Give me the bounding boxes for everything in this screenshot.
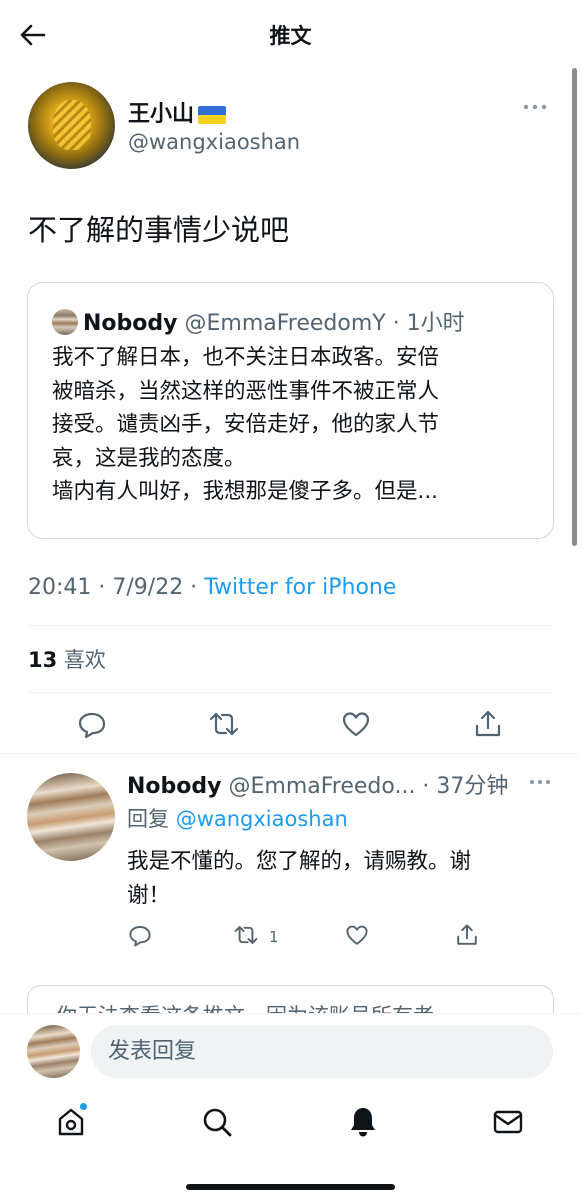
tweet-timestamp: 20:41 · 7/9/22 · Twitter for iPhone: [28, 575, 396, 600]
quoted-line: 我不了解日本，也不关注日本政客。安倍: [52, 345, 440, 370]
reply-tweet[interactable]: Nobody @EmmaFreedo... · 37分钟 回复 @wangxia…: [0, 765, 581, 965]
avatar[interactable]: [28, 82, 115, 169]
search-icon[interactable]: [200, 1105, 234, 1139]
notification-dot: [80, 1103, 87, 1110]
reply-input[interactable]: 发表回复: [91, 1025, 553, 1078]
tweet-text: 不了解的事情少说吧: [28, 213, 290, 247]
page-title: 推文: [269, 24, 312, 48]
notifications-bell-icon[interactable]: [346, 1105, 380, 1139]
likes-number: 13: [28, 648, 58, 672]
quoted-line: 哀，这是我的态度。: [52, 445, 246, 471]
replying-to-handle[interactable]: @wangxiaoshan: [176, 807, 348, 831]
likes-label: 喜欢: [63, 648, 106, 672]
replying-to-label: 回复: [127, 807, 176, 831]
top-bar: 推文: [0, 0, 581, 70]
share-icon[interactable]: [455, 923, 479, 947]
like-heart-icon[interactable]: [345, 923, 369, 947]
divider: [28, 692, 554, 693]
replying-to: 回复 @wangxiaoshan: [127, 803, 348, 833]
reply-header: Nobody @EmmaFreedo... · 37分钟: [127, 768, 508, 800]
quoted-tweet-header: Nobody @EmmaFreedomY · 1小时: [52, 305, 465, 337]
quoted-line: 墙内有人叫好，我想那是傻子多。但是...: [52, 479, 439, 504]
reply-author-handle[interactable]: @EmmaFreedo... · 37分钟: [228, 774, 508, 799]
quoted-line: 被暗杀，当然这样的恶性事件不被正常人: [52, 378, 440, 404]
retweet-count: 1: [269, 928, 279, 946]
tweet-actions: [0, 709, 581, 743]
quoted-author-handle: @EmmaFreedomY · 1小时: [184, 311, 465, 336]
timestamp-text: 20:41 · 7/9/22 ·: [28, 575, 205, 600]
tweet-source-link[interactable]: Twitter for iPhone: [204, 575, 396, 600]
bottom-tab-bar: [0, 1093, 581, 1200]
retweet-icon[interactable]: [209, 709, 239, 739]
retweet-icon[interactable]: [234, 923, 258, 947]
compose-reply-bar: 发表回复: [0, 1013, 581, 1093]
author-name[interactable]: 王小山: [128, 102, 194, 127]
reply-line: 我是不懂的。您了解的，请赐教。谢: [127, 849, 472, 874]
scrollbar[interactable]: [572, 68, 577, 546]
reply-avatar[interactable]: [27, 773, 115, 861]
my-avatar[interactable]: [27, 1025, 80, 1078]
tweet-author: 王小山 @wangxiaoshan: [28, 82, 548, 172]
share-icon[interactable]: [473, 709, 503, 739]
reply-author-name[interactable]: Nobody: [127, 774, 221, 799]
quoted-tweet-text: 我不了解日本，也不关注日本政客。安倍 被暗杀，当然这样的恶性事件不被正常人 接受…: [52, 341, 532, 509]
home-indicator[interactable]: [186, 1184, 395, 1190]
reply-icon[interactable]: [77, 709, 107, 739]
quoted-tweet[interactable]: Nobody @EmmaFreedomY · 1小时 我不了解日本，也不关注日本…: [27, 282, 554, 539]
reply-actions: 1: [0, 923, 581, 955]
like-heart-icon[interactable]: [341, 709, 371, 739]
quoted-line: 接受。谴责凶手，安倍走好，他的家人节: [52, 412, 440, 437]
divider: [28, 625, 554, 626]
more-options-icon[interactable]: [522, 102, 548, 112]
ukraine-flag-icon: [198, 106, 227, 124]
messages-mail-icon[interactable]: [491, 1105, 525, 1139]
likes-count[interactable]: 13 喜欢: [28, 644, 106, 674]
author-name-row[interactable]: 王小山: [128, 96, 227, 128]
reply-text: 我是不懂的。您了解的，请赐教。谢 谢！: [127, 845, 547, 913]
author-handle[interactable]: @wangxiaoshan: [128, 130, 300, 154]
reply-icon[interactable]: [128, 923, 152, 947]
divider: [0, 753, 581, 754]
home-icon[interactable]: [54, 1105, 88, 1139]
quoted-avatar: [52, 309, 78, 335]
more-options-icon[interactable]: [529, 777, 551, 787]
quoted-author-name: Nobody: [83, 311, 178, 336]
reply-line: 谢！: [127, 883, 171, 908]
